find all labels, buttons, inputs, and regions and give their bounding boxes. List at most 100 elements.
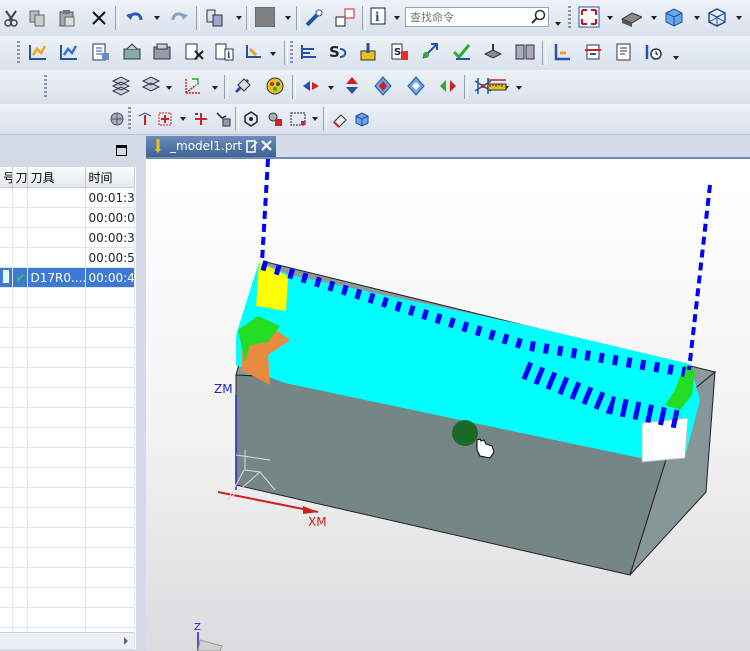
tab-model1[interactable]: _model1.prt xyxy=(146,136,276,157)
table-row[interactable] xyxy=(0,447,135,468)
column-header-tool[interactable]: 刀具 xyxy=(27,167,86,188)
select-vertical-icon[interactable] xyxy=(341,75,363,97)
table-row[interactable] xyxy=(0,387,135,408)
wcs-icon[interactable] xyxy=(182,75,204,97)
table-row[interactable] xyxy=(0,487,135,508)
undo-icon[interactable] xyxy=(124,7,146,29)
wireframe-dropdown-icon[interactable] xyxy=(736,16,742,22)
display-dropdown-icon[interactable] xyxy=(236,16,242,22)
machine-tool-view-icon[interactable] xyxy=(551,41,573,63)
delete-icon[interactable] xyxy=(88,7,110,29)
color-swatch-icon[interactable] xyxy=(254,6,276,28)
select-arrows-icon[interactable] xyxy=(437,75,459,97)
output-cls-icon[interactable] xyxy=(243,41,265,63)
graphics-viewport[interactable]: ZM XM Z xyxy=(146,157,750,651)
show-hide-icon[interactable] xyxy=(334,7,356,29)
select-forward-icon[interactable] xyxy=(300,75,322,97)
layer-dropdown-icon[interactable] xyxy=(166,86,172,92)
move-to-layer-icon[interactable] xyxy=(140,75,162,97)
snap-point-icon[interactable] xyxy=(134,108,156,130)
paste-icon[interactable] xyxy=(56,7,78,29)
measure-dropdown-icon[interactable] xyxy=(516,86,522,92)
copy-display-icon[interactable] xyxy=(204,7,226,29)
eraser-icon[interactable] xyxy=(329,108,351,130)
view-dropdown-icon[interactable] xyxy=(607,16,613,22)
redo-icon[interactable] xyxy=(168,7,190,29)
wcs-dropdown-icon[interactable] xyxy=(212,86,218,92)
table-row[interactable] xyxy=(0,407,135,428)
scroll-right-icon[interactable] xyxy=(124,637,128,645)
cutter-path-icon[interactable]: S xyxy=(327,41,349,63)
copy-icon[interactable] xyxy=(26,7,48,29)
table-row[interactable] xyxy=(0,367,135,388)
information-icon[interactable]: i xyxy=(369,6,391,28)
list-toolpath-icon[interactable] xyxy=(90,41,112,63)
select-diamond-icon[interactable] xyxy=(372,75,394,97)
edit-color-icon[interactable] xyxy=(264,75,286,97)
transform-op-icon[interactable] xyxy=(420,41,442,63)
table-row[interactable] xyxy=(0,467,135,488)
table-row[interactable] xyxy=(0,327,135,348)
orient-dropdown-icon[interactable] xyxy=(694,16,700,22)
solid-body-icon[interactable] xyxy=(351,108,373,130)
table-row[interactable] xyxy=(0,567,135,588)
render-style-icon[interactable] xyxy=(620,6,642,28)
search-dropdown-icon[interactable] xyxy=(555,22,561,28)
select-diamond-multi-icon[interactable] xyxy=(405,75,427,97)
fit-view-icon[interactable] xyxy=(578,6,600,28)
snap-point-dropdown-icon[interactable] xyxy=(180,117,186,123)
select-all-icon[interactable] xyxy=(240,108,262,130)
simulate-machine-icon[interactable] xyxy=(151,41,173,63)
select-dropdown-icon[interactable] xyxy=(328,86,334,92)
column-header-knife[interactable]: 刀 xyxy=(12,167,28,188)
program-order-view-icon[interactable] xyxy=(582,41,604,63)
tool-change-icon[interactable] xyxy=(358,41,380,63)
orient-view-icon[interactable] xyxy=(663,6,685,28)
table-row[interactable]: 00:00:5 xyxy=(0,247,135,268)
layer-settings-icon[interactable] xyxy=(110,75,132,97)
feeds-speeds-icon[interactable] xyxy=(298,41,320,63)
table-row[interactable] xyxy=(0,307,135,328)
wireframe-view-icon[interactable] xyxy=(706,6,728,28)
postprocess-icon[interactable] xyxy=(183,41,205,63)
table-row[interactable]: 00:00:0 xyxy=(0,207,135,228)
horizontal-scrollbar[interactable] xyxy=(0,632,134,649)
method-view-icon[interactable] xyxy=(643,41,665,63)
table-row[interactable] xyxy=(0,347,135,368)
undo-dropdown-icon[interactable] xyxy=(154,16,160,22)
table-row[interactable] xyxy=(0,547,135,568)
workpiece-icon[interactable] xyxy=(482,41,504,63)
geometry-view-icon[interactable] xyxy=(613,41,635,63)
selection-scope-icon[interactable] xyxy=(106,108,128,130)
column-header-time[interactable]: 时间 xyxy=(85,167,135,188)
model-scene[interactable]: ZM XM Z xyxy=(146,159,750,651)
table-row[interactable] xyxy=(0,587,135,608)
edit-object-icon[interactable] xyxy=(232,75,254,97)
maximize-icon[interactable] xyxy=(116,145,127,156)
edit-object-display-icon[interactable] xyxy=(303,7,325,29)
table-row[interactable] xyxy=(0,427,135,448)
table-row[interactable] xyxy=(0,287,135,308)
select-mode-dropdown-icon[interactable] xyxy=(312,117,318,123)
verify-toolpath-icon[interactable] xyxy=(121,41,143,63)
close-tab-icon[interactable] xyxy=(261,140,272,154)
table-row[interactable]: 00:01:3 xyxy=(0,187,135,208)
search-icon[interactable] xyxy=(528,6,550,28)
cut-icon[interactable] xyxy=(0,7,22,29)
intersection-icon[interactable] xyxy=(190,108,212,130)
select-feature-icon[interactable] xyxy=(264,108,286,130)
table-row[interactable] xyxy=(0,507,135,528)
quick-pick-icon[interactable] xyxy=(212,108,234,130)
measure-distance-icon[interactable] xyxy=(486,75,508,97)
render-dropdown-icon[interactable] xyxy=(651,16,657,22)
table-row[interactable] xyxy=(0,527,135,548)
approve-op-icon[interactable] xyxy=(451,41,473,63)
generate-toolpath-icon[interactable] xyxy=(27,41,49,63)
rectangle-select-icon[interactable] xyxy=(287,108,309,130)
replay-toolpath-icon[interactable] xyxy=(58,41,80,63)
layout-icon[interactable] xyxy=(514,41,536,63)
point-on-curve-icon[interactable] xyxy=(154,108,176,130)
color-dropdown-icon[interactable] xyxy=(285,16,291,22)
table-row[interactable] xyxy=(0,607,135,628)
shop-doc-icon[interactable]: i xyxy=(213,41,235,63)
